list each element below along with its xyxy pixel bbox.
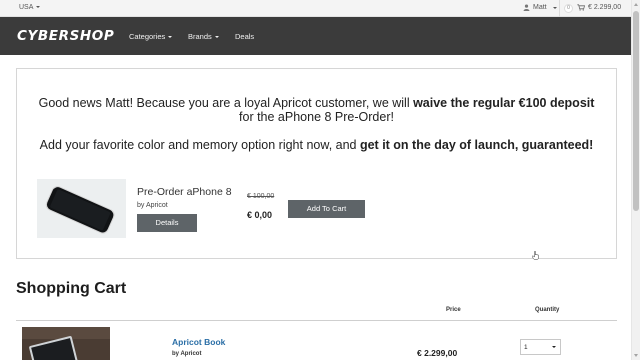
preorder-product-name[interactable]: Pre-Order aPhone 8 xyxy=(137,186,232,198)
phone-image xyxy=(37,179,126,238)
laptop-image xyxy=(22,327,110,360)
scroll-up-icon[interactable] xyxy=(634,3,638,6)
cart-item-brand: by Apricot xyxy=(172,351,202,357)
nav-categories[interactable]: Categories xyxy=(129,32,173,41)
promo-text: Add your favorite color and memory optio… xyxy=(39,138,360,152)
user-name: Matt xyxy=(533,4,547,11)
cart-item-image[interactable] xyxy=(22,327,110,360)
nav-deals-label: Deals xyxy=(235,32,255,41)
chevron-down-icon xyxy=(214,36,219,39)
hand-cursor-icon xyxy=(532,251,539,260)
scroll-down-icon[interactable] xyxy=(634,354,638,357)
nav-brands-label: Brands xyxy=(188,32,212,41)
preorder-promo-panel: Good news Matt! Because you are a loyal … xyxy=(16,68,617,259)
column-header-quantity: Quantity xyxy=(535,307,560,313)
user-menu[interactable]: Matt xyxy=(523,4,557,11)
original-price: € 100,00 xyxy=(247,193,275,200)
chevron-down-icon xyxy=(552,6,557,9)
promo-text: for the aPhone 8 Pre-Order! xyxy=(239,110,394,124)
quantity-select[interactable]: 1 xyxy=(520,339,561,355)
promo-highlight: get it on the day of launch, guaranteed! xyxy=(359,138,594,152)
country-label: USA xyxy=(19,4,34,11)
discounted-price: € 0,00 xyxy=(247,210,273,220)
scroll-thumb[interactable] xyxy=(633,11,639,211)
cart-item-name[interactable]: Apricot Book xyxy=(172,337,225,347)
cart-item-price: € 2.299,00 xyxy=(417,348,458,358)
cart-count-badge[interactable]: 0 xyxy=(564,4,573,13)
nav-categories-label: Categories xyxy=(129,32,166,41)
page-scrollbar[interactable] xyxy=(631,0,640,360)
shopping-cart-heading: Shopping Cart xyxy=(16,280,127,297)
promo-message-secondary: Add your favorite color and memory optio… xyxy=(17,138,616,152)
utility-bar: USA Matt 0 € 2.299,00 xyxy=(0,0,631,17)
cart-header-divider xyxy=(16,320,617,321)
nav-deals[interactable]: Deals xyxy=(235,32,254,41)
nav-brands[interactable]: Brands xyxy=(188,32,219,41)
topbar-divider xyxy=(559,0,560,17)
chevron-down-icon xyxy=(168,36,173,39)
country-selector[interactable]: USA xyxy=(19,4,41,11)
details-button[interactable]: Details xyxy=(137,214,197,232)
preorder-product-image[interactable] xyxy=(37,179,126,238)
promo-text: Good news Matt! Because you are a loyal … xyxy=(38,96,414,110)
main-navbar: CYBERSHOP Categories Brands Deals xyxy=(0,17,631,55)
add-to-cart-button[interactable]: Add To Cart xyxy=(288,200,365,218)
cart-total: € 2.299,00 xyxy=(588,4,622,11)
cart-icon xyxy=(577,4,585,11)
brand-logo[interactable]: CYBERSHOP xyxy=(17,28,114,44)
user-icon xyxy=(523,4,530,11)
promo-highlight: waive the regular €100 deposit xyxy=(413,96,595,110)
promo-message: Good news Matt! Because you are a loyal … xyxy=(17,96,616,124)
preorder-product-brand: by Apricot xyxy=(137,202,168,209)
quantity-value: 1 xyxy=(524,344,528,351)
column-header-price: Price xyxy=(446,307,461,313)
page: USA Matt 0 € 2.299,00 CYBERSHOP Categori… xyxy=(0,0,640,360)
chevron-down-icon xyxy=(36,6,41,9)
chevron-down-icon xyxy=(552,346,556,348)
mini-cart[interactable]: € 2.299,00 xyxy=(577,4,621,11)
